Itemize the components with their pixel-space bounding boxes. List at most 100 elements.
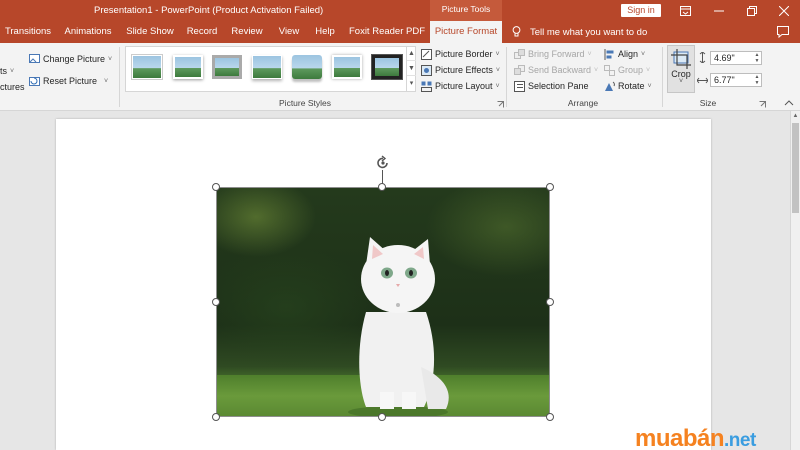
picture-styles-group-label: Picture Styles	[279, 98, 331, 108]
tab-transitions[interactable]: Transitions	[0, 21, 56, 43]
resize-handle-top-right[interactable]	[546, 183, 554, 191]
adjust-partial-bottom[interactable]: ctures	[0, 80, 25, 94]
width-spinner[interactable]: ▲ ▼	[753, 74, 761, 86]
bring-forward-button[interactable]: Bring Forward ˅	[514, 47, 592, 61]
gallery-scroll[interactable]: ▲ ▼ ▾	[406, 46, 416, 92]
height-spinner[interactable]: ▲ ▼	[753, 52, 761, 64]
ribbon-display-options-button[interactable]	[668, 0, 702, 21]
minimize-button[interactable]	[702, 0, 736, 21]
resize-handle-bottom-left[interactable]	[212, 413, 220, 421]
adjust-partial-top-label: ts	[0, 66, 8, 76]
send-backward-icon	[514, 64, 525, 76]
picture-style-3[interactable]	[212, 55, 242, 79]
resize-handle-right[interactable]	[546, 298, 554, 306]
watermark-tld: .net	[724, 430, 756, 450]
restore-button[interactable]	[735, 0, 769, 21]
size-dialog-launcher-icon[interactable]	[759, 100, 766, 108]
gallery-up-arrow-icon[interactable]: ▲	[407, 46, 416, 61]
picture-style-2[interactable]	[173, 55, 203, 79]
ribbon: ts ˅ ctures Change Picture ˅ Reset Picture…	[0, 43, 800, 111]
bring-forward-icon	[514, 48, 525, 60]
picture-style-1[interactable]	[132, 55, 162, 79]
tab-view[interactable]: View	[274, 21, 304, 43]
tell-me-search[interactable]: Tell me what you want to do	[512, 21, 647, 43]
reset-picture-label: Reset Picture	[43, 76, 98, 86]
reset-picture-button[interactable]: Reset Picture ˅	[29, 74, 108, 88]
rotate-handle-icon[interactable]	[375, 155, 391, 171]
picture-styles-gallery	[125, 46, 416, 92]
rotate-label: Rotate	[618, 81, 645, 91]
picture-layout-label: Picture Layout	[435, 81, 493, 91]
shape-height-input[interactable]: 4.69" ▲ ▼	[710, 51, 762, 65]
tell-me-label: Tell me what you want to do	[530, 26, 648, 38]
resize-handle-bottom-right[interactable]	[546, 413, 554, 421]
title-bar: Presentation1 - PowerPoint (Product Acti…	[0, 0, 800, 21]
picture-effects-icon	[421, 64, 432, 76]
rotate-icon	[604, 81, 615, 92]
close-icon	[779, 5, 789, 16]
tab-picture-format[interactable]: Picture Format	[430, 21, 502, 43]
picture-style-5[interactable]	[292, 55, 322, 79]
group-button[interactable]: Group ˅	[604, 63, 650, 77]
collapse-ribbon-icon[interactable]	[784, 99, 794, 107]
rotate-button[interactable]: Rotate ˅	[604, 79, 652, 93]
cat-picture[interactable]	[216, 187, 550, 417]
tab-slide-show[interactable]: Slide Show	[122, 21, 178, 43]
picture-style-4[interactable]	[252, 55, 282, 79]
group-label: Group	[618, 65, 644, 75]
shape-height-value: 4.69"	[714, 53, 735, 63]
picture-effects-button[interactable]: Picture Effects ˅	[421, 63, 500, 77]
tab-record[interactable]: Record	[183, 21, 221, 43]
tab-review[interactable]: Review	[228, 21, 266, 43]
change-picture-label: Change Picture	[43, 54, 106, 64]
picture-layout-button[interactable]: Picture Layout ˅	[421, 79, 500, 93]
scroll-up-icon[interactable]: ▲	[791, 111, 800, 121]
change-picture-button[interactable]: Change Picture ˅	[29, 52, 112, 66]
align-button[interactable]: Align ˅	[604, 47, 645, 61]
watermark-logo: muabán.net	[635, 425, 756, 450]
tab-help[interactable]: Help	[311, 21, 339, 43]
watermark-main: muabán	[635, 425, 725, 450]
picture-tools-label: Picture Tools	[430, 0, 502, 21]
selection-pane-button[interactable]: Selection Pane	[514, 79, 589, 93]
adjust-partial-top[interactable]: ts ˅	[0, 64, 14, 78]
gallery-more-icon[interactable]: ▾	[407, 76, 416, 91]
shape-width-input[interactable]: 6.77" ▲ ▼	[710, 73, 762, 87]
gallery-down-arrow-icon[interactable]: ▼	[407, 61, 416, 76]
picture-style-7[interactable]	[371, 54, 403, 80]
restore-icon	[747, 5, 757, 16]
dialog-launcher-icon[interactable]	[497, 100, 504, 108]
picture-border-label: Picture Border	[435, 49, 493, 59]
tab-foxit-reader-pdf[interactable]: Foxit Reader PDF	[348, 21, 426, 43]
crop-button[interactable]: Crop ˅	[667, 45, 695, 93]
ribbon-tabs: Transitions Animations Slide Show Record…	[0, 21, 800, 43]
ribbon-display-icon	[679, 5, 691, 16]
resize-handle-top[interactable]	[378, 183, 386, 191]
shape-width-icon	[696, 76, 709, 85]
reset-picture-icon	[29, 76, 40, 87]
resize-handle-left[interactable]	[212, 298, 220, 306]
resize-handle-top-left[interactable]	[212, 183, 220, 191]
crop-icon	[671, 49, 691, 69]
picture-layout-icon	[421, 81, 432, 92]
close-button[interactable]	[767, 0, 800, 21]
picture-border-button[interactable]: Picture Border ˅	[421, 47, 500, 61]
picture-style-6[interactable]	[332, 55, 362, 79]
send-backward-button[interactable]: Send Backward ˅	[514, 63, 598, 77]
change-picture-icon	[29, 53, 40, 65]
selection-pane-icon	[514, 80, 525, 92]
arrange-group-label: Arrange	[567, 98, 599, 108]
group-icon	[604, 64, 615, 76]
sign-in-button[interactable]: Sign in	[621, 4, 661, 17]
scrollbar-thumb[interactable]	[792, 123, 799, 213]
shape-height-icon	[698, 51, 707, 64]
tab-animations[interactable]: Animations	[59, 21, 117, 43]
align-label: Align	[618, 49, 639, 59]
resize-handle-bottom[interactable]	[378, 413, 386, 421]
cat-image	[348, 237, 449, 417]
bring-forward-label: Bring Forward	[528, 49, 585, 59]
picture-effects-label: Picture Effects	[435, 65, 493, 75]
comments-icon[interactable]	[776, 25, 790, 39]
lightbulb-icon	[512, 26, 521, 37]
vertical-scrollbar[interactable]: ▲	[790, 111, 800, 450]
